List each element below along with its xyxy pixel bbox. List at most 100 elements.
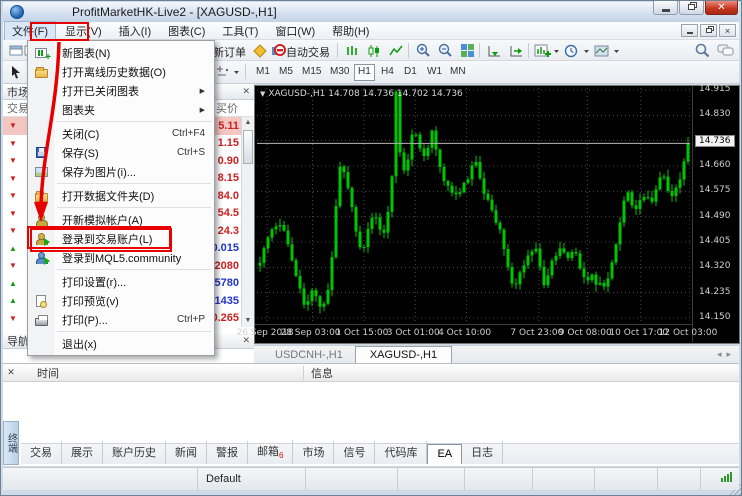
menu-tools[interactable]: 工具(T): [214, 21, 266, 41]
templates-dropdown[interactable]: [593, 42, 621, 59]
file-menu-item-profiles[interactable]: 图表夹▶: [28, 100, 214, 119]
child-restore-button[interactable]: [700, 24, 717, 37]
minimize-button[interactable]: [653, 0, 678, 15]
menu-insert[interactable]: 插入(I): [111, 21, 159, 41]
periods-dropdown[interactable]: [563, 42, 591, 59]
timeframe-m5[interactable]: M5: [275, 64, 297, 81]
menu-view[interactable]: 显示(V): [57, 21, 110, 41]
menu-window[interactable]: 窗口(W): [267, 21, 323, 41]
tile-windows-button[interactable]: [457, 42, 477, 59]
restore-button[interactable]: [679, 0, 704, 15]
new-order-button[interactable]: 新订单: [213, 44, 246, 60]
file-menu-item-save[interactable]: 保存(S)Ctrl+S: [28, 143, 214, 162]
terminal-tab-market[interactable]: 市场: [293, 441, 334, 464]
terminal-tab-trade[interactable]: 交易: [21, 441, 62, 464]
timeframe-h4[interactable]: H4: [377, 64, 398, 81]
scroll-down-icon[interactable]: ▼: [242, 315, 254, 327]
file-menu-item-print-preview[interactable]: 打印预览(v): [28, 291, 214, 310]
child-close-button[interactable]: ×: [719, 24, 736, 37]
child-minimize-button[interactable]: [681, 24, 698, 37]
bar-chart-button[interactable]: [342, 42, 362, 59]
timeframe-m15[interactable]: M15: [298, 64, 325, 81]
menu-file[interactable]: 文件(F): [4, 21, 56, 41]
open-data-folder-icon: [35, 193, 48, 202]
terminal-tab-mailbox[interactable]: 邮箱6: [248, 440, 293, 464]
chat-icon[interactable]: [715, 42, 735, 59]
arrow-down-icon: ▼: [3, 139, 23, 148]
file-menu-item-login-mql5[interactable]: 登录到MQL5.community: [28, 248, 214, 267]
zoom-out-button[interactable]: [435, 42, 455, 59]
file-menu-item-print[interactable]: 打印(P)...Ctrl+P: [28, 310, 214, 329]
market-watch-close-icon[interactable]: ✕: [242, 86, 250, 97]
file-menu-item-save-as-picture[interactable]: 保存为图片(i)...: [28, 162, 214, 181]
timeframe-m1[interactable]: M1: [252, 64, 274, 81]
minimize-icon: [687, 32, 693, 34]
menu-charts[interactable]: 图表(C): [160, 21, 213, 41]
search-icon[interactable]: [692, 42, 712, 59]
terminal-tab-code-base[interactable]: 代码库: [375, 441, 427, 464]
timeframe-mn[interactable]: MN: [446, 64, 470, 81]
auto-trading-icon[interactable]: [268, 42, 288, 59]
timeframe-h1[interactable]: H1: [354, 64, 375, 81]
menu-help[interactable]: 帮助(H): [324, 21, 377, 41]
chart-tab-xagusd[interactable]: XAGUSD-,H1: [355, 346, 452, 363]
scroll-up-icon[interactable]: ▲: [242, 117, 254, 129]
indicators-dropdown[interactable]: [533, 42, 561, 59]
timeframe-w1[interactable]: W1: [423, 64, 446, 81]
chart-window[interactable]: ▼XAGUSD-,H1 14.708 14.736 14.702 14.736 …: [254, 85, 740, 344]
scrollbar-thumb[interactable]: [243, 130, 253, 164]
price-axis[interactable]: 14.91514.83014.66014.57514.49014.40514.3…: [692, 86, 739, 342]
chart-ohlc-title: ▼XAGUSD-,H1 14.708 14.736 14.702 14.736: [260, 89, 463, 99]
terminal-tab-ea[interactable]: EA: [427, 444, 462, 464]
file-menu-item-exit[interactable]: 退出(x): [28, 334, 214, 353]
candlestick-chart[interactable]: [257, 88, 690, 322]
menu-separator: [57, 331, 211, 332]
terminal-close-icon[interactable]: ✕: [3, 367, 19, 378]
one-click-collapse-icon[interactable]: ▼: [260, 90, 265, 98]
cursor-icon[interactable]: [6, 63, 26, 80]
file-menu-item-open-data-folder[interactable]: 打开数据文件夹(D): [28, 186, 214, 205]
file-menu-item-open-demo-account[interactable]: 开新模拟帐户(A): [28, 210, 214, 229]
candlestick-chart-button[interactable]: [364, 42, 384, 59]
terminal-tab-alerts[interactable]: 警报: [207, 441, 248, 464]
close-icon: ✕: [717, 2, 725, 13]
file-menu-item-open-closed-chart[interactable]: 打开已关闭图表▶: [28, 81, 214, 100]
zoom-in-button[interactable]: [413, 42, 433, 59]
title-bar[interactable]: ProfitMarketHK-Live2 - [XAGUSD-,H1]: [3, 2, 739, 22]
market-watch-scrollbar[interactable]: ▲ ▼: [241, 117, 254, 327]
time-axis[interactable]: 26 Sep 201828 Sep 03:001 Oct 15:003 Oct …: [255, 324, 692, 341]
timeframe-d1[interactable]: D1: [400, 64, 421, 81]
yellow-diamond-icon[interactable]: [250, 42, 270, 59]
column-divider[interactable]: [303, 366, 304, 380]
status-profile[interactable]: Default: [198, 468, 306, 490]
close-button[interactable]: ✕: [705, 0, 738, 15]
terminal-tab-journal[interactable]: 日志: [462, 441, 503, 464]
chart-shift-button[interactable]: [506, 42, 526, 59]
message-column-header[interactable]: 信息: [311, 365, 333, 381]
file-menu-item-print-setup[interactable]: 打印设置(r)...: [28, 272, 214, 291]
file-menu-item-open-offline-history[interactable]: 打开离线历史数据(O): [28, 62, 214, 81]
terminal-vertical-caption[interactable]: 终端: [3, 421, 19, 465]
terminal-tab-news[interactable]: 新闻: [166, 441, 207, 464]
file-menu-item-new-chart[interactable]: 新图表(N): [28, 43, 214, 62]
arrow-up-icon: ▲: [3, 279, 23, 288]
menu-separator: [57, 269, 211, 270]
auto-trading-button[interactable]: 自动交易: [286, 44, 330, 60]
crosshair-dropdown[interactable]: [213, 63, 243, 80]
timeframe-m30[interactable]: M30: [326, 64, 353, 81]
line-chart-button[interactable]: [386, 42, 406, 59]
menu-item-icon-slot: [28, 190, 54, 202]
menu-item-icon-slot: [28, 233, 54, 245]
terminal-tab-account-history[interactable]: 账户历史: [103, 441, 166, 464]
tab-scroll-arrows[interactable]: ◂ ▸: [717, 349, 731, 363]
ask-column-header[interactable]: 买价: [216, 100, 254, 116]
terminal-tab-exposure[interactable]: 展示: [62, 441, 103, 464]
chart-tab-usdcnh[interactable]: USDCNH-,H1: [263, 347, 355, 363]
menu-item-icon-slot: [28, 66, 54, 78]
auto-scroll-button[interactable]: [484, 42, 504, 59]
menu-separator: [57, 121, 211, 122]
file-menu-item-login-trade-account[interactable]: 登录到交易账户(L): [28, 229, 214, 248]
time-column-header[interactable]: 时间: [37, 365, 59, 381]
terminal-tab-signals[interactable]: 信号: [334, 441, 375, 464]
file-menu-item-close[interactable]: 关闭(C)Ctrl+F4: [28, 124, 214, 143]
